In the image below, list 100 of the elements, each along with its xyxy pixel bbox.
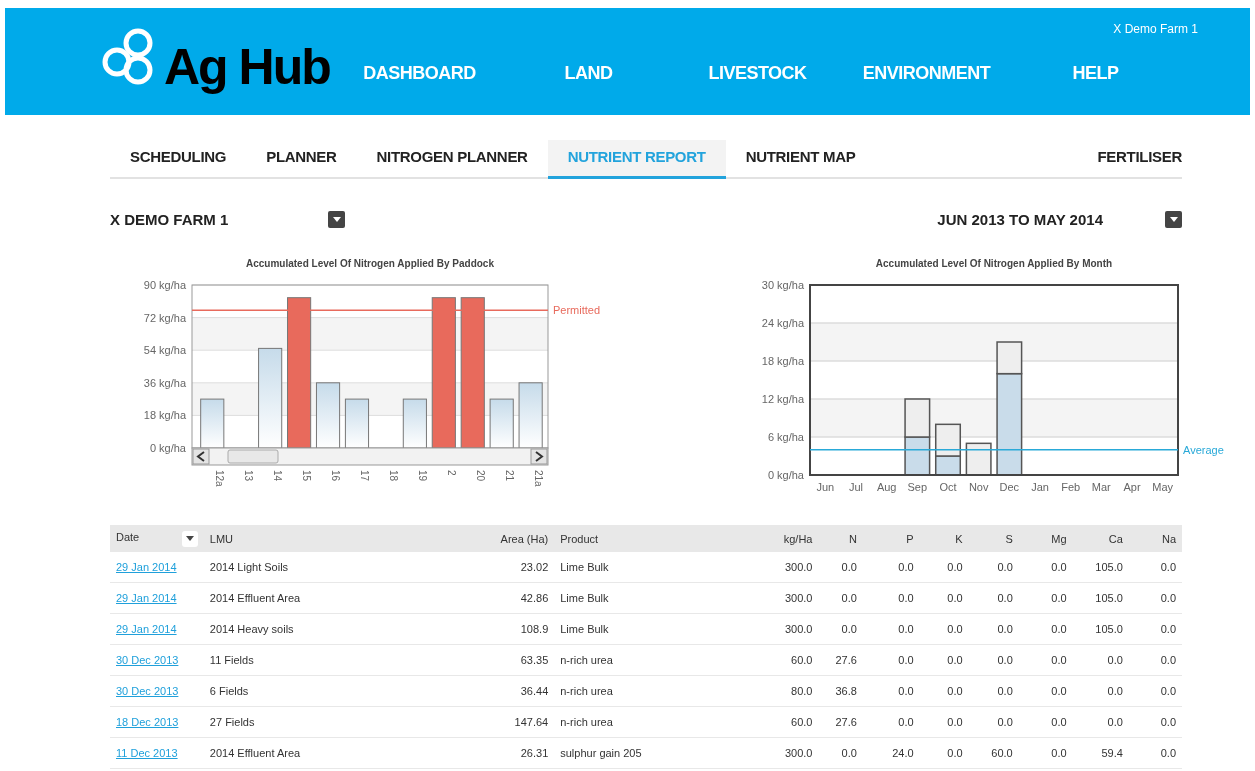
chart-title: Accumulated Level Of Nitrogen Applied By Paddock xyxy=(246,258,494,269)
axis-label: 30 kg/ha xyxy=(761,279,804,291)
user-name: X Demo Farm 1 xyxy=(1113,22,1198,36)
table-cell: 0.0 xyxy=(968,644,1019,676)
column-header[interactable]: S xyxy=(1005,532,1013,545)
axis-label: 21 xyxy=(503,470,515,482)
table-cell: 0.0 xyxy=(968,706,1019,738)
table-cell: 24.0 xyxy=(862,737,920,769)
table-cell: 0.0 xyxy=(862,552,920,583)
bar xyxy=(518,382,543,449)
table-cell: 0.0 xyxy=(818,552,863,583)
dropdown-button[interactable] xyxy=(1165,210,1182,228)
axis-label: 90 kg/ha xyxy=(143,279,186,291)
axis-label: 0 kg/ha xyxy=(767,469,804,481)
axis-label: 18 kg/ha xyxy=(761,355,804,367)
logo-text: Ag Hub xyxy=(164,37,330,96)
axis-label: 15 xyxy=(301,470,313,482)
axis-label: 0 kg/ha xyxy=(149,442,186,454)
table-cell: Lime Bulk xyxy=(554,582,745,614)
table-cell: 0.0 xyxy=(1018,675,1073,707)
table-cell: 0.0 xyxy=(1072,706,1129,738)
table-cell: 2014 Light Soils xyxy=(203,552,467,583)
column-header[interactable]: Mg xyxy=(1051,532,1067,545)
column-header[interactable]: Ca xyxy=(1108,532,1123,545)
table-cell: 27.6 xyxy=(818,706,863,738)
table-cell: 27.6 xyxy=(818,644,863,676)
table-cell: 0.0 xyxy=(818,737,863,769)
tab[interactable]: NITROGEN PLANNER xyxy=(356,140,548,179)
column-header[interactable]: LMU xyxy=(209,532,234,545)
table-cell: 0.0 xyxy=(1018,582,1073,614)
bar-segment xyxy=(904,436,931,476)
axis-label: 18 xyxy=(387,470,399,482)
tab[interactable]: SCHEDULING xyxy=(110,140,247,179)
tab[interactable]: NUTRIENT MAP xyxy=(725,140,876,179)
table-cell: 0.0 xyxy=(919,675,969,707)
table-cell: 108.9 xyxy=(466,613,555,645)
table-cell: 0.0 xyxy=(862,675,920,707)
axis-label: 13 xyxy=(243,470,255,482)
caret-icon xyxy=(1169,216,1178,222)
table-cell: 6 Fields xyxy=(203,675,467,707)
table-cell: 0.0 xyxy=(1128,582,1182,614)
table-cell: 0.0 xyxy=(862,644,920,676)
axis-label: 72 kg/ha xyxy=(143,311,186,324)
axis-label: 12a xyxy=(214,470,226,487)
column-header[interactable]: N xyxy=(848,532,857,545)
column-header[interactable]: kg/Ha xyxy=(783,532,813,545)
axis-label: Jul xyxy=(848,481,864,493)
scrollbar[interactable] xyxy=(191,447,549,466)
column-header[interactable]: Na xyxy=(1161,532,1176,545)
axis-label: 6 kg/ha xyxy=(767,431,804,443)
table-cell: 0.0 xyxy=(1018,552,1073,583)
table-cell: Lime Bulk xyxy=(554,613,745,645)
axis-label: Apr xyxy=(1123,481,1141,493)
chart-title: Accumulated Level Of Nitrogen Applied By Month xyxy=(875,258,1113,269)
table-cell: 0.0 xyxy=(919,613,969,645)
dropdown-button[interactable] xyxy=(328,210,345,228)
table-cell: 300.0 xyxy=(744,582,819,614)
bar xyxy=(489,398,514,449)
bar xyxy=(315,382,341,449)
axis-label: 20 xyxy=(474,470,486,482)
table-cell: 0.0 xyxy=(862,582,920,614)
axis-label: 21a xyxy=(532,470,544,487)
table-cell: Lime Bulk xyxy=(554,552,745,583)
table-cell: 0.0 xyxy=(1128,613,1182,645)
column-header[interactable]: K xyxy=(955,532,963,545)
table-cell: 60.0 xyxy=(968,737,1019,769)
column-header[interactable]: Date xyxy=(116,530,140,543)
axis-label: 36 kg/ha xyxy=(143,376,186,389)
table-cell: 0.0 xyxy=(1018,706,1073,738)
axis-label: 18 kg/ha xyxy=(143,409,186,422)
axis-label: 54 kg/ha xyxy=(143,344,186,357)
table-cell: 0.0 xyxy=(1128,706,1182,738)
bar xyxy=(200,398,225,449)
table-cell: 0.0 xyxy=(1128,552,1182,583)
axis-label: Nov xyxy=(968,481,989,493)
table-cell: 300.0 xyxy=(744,737,819,769)
table-cell: n-rich urea xyxy=(554,644,745,676)
axis-label: Feb xyxy=(1061,481,1081,493)
column-header[interactable]: Product xyxy=(560,532,599,545)
axis-label: Oct xyxy=(939,481,957,493)
table-cell: n-rich urea xyxy=(554,675,745,707)
table-cell: 0.0 xyxy=(1128,675,1182,707)
sort-icon[interactable] xyxy=(181,530,198,547)
axis-label: 24 kg/ha xyxy=(761,317,804,329)
table-cell: 105.0 xyxy=(1072,613,1129,645)
table-cell: 11 Fields xyxy=(203,644,467,676)
table-cell: 300.0 xyxy=(744,552,819,583)
table-cell: n-rich urea xyxy=(554,706,745,738)
table-cell: 2014 Effluent Area xyxy=(203,582,467,614)
axis-label: May xyxy=(1152,481,1174,493)
tab[interactable]: PLANNER xyxy=(246,140,357,179)
table-cell: 26.31 xyxy=(466,737,555,769)
axis-label: Aug xyxy=(876,481,897,493)
table-cell: 60.0 xyxy=(744,706,819,738)
table-cell: 36.8 xyxy=(818,675,863,707)
table-cell: 0.0 xyxy=(968,613,1019,645)
table-cell: 0.0 xyxy=(1018,737,1073,769)
axis-label: Jan xyxy=(1031,481,1049,493)
tab[interactable]: FERTILISER xyxy=(1077,140,1182,179)
column-header[interactable]: P xyxy=(906,532,914,545)
